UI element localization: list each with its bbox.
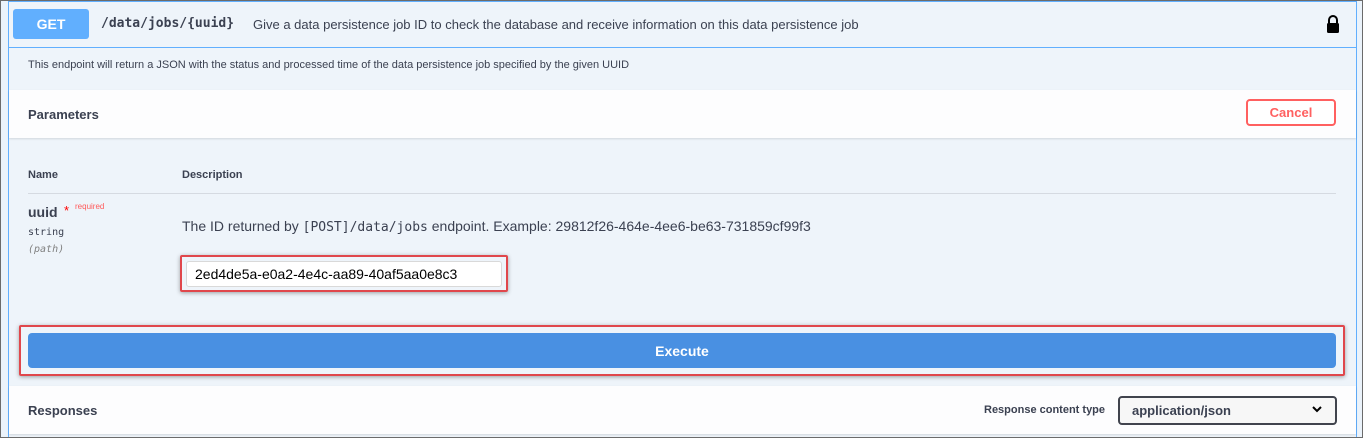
response-content-type-label: Response content type bbox=[984, 404, 1106, 416]
execute-button[interactable]: Execute bbox=[28, 333, 1336, 368]
execute-highlight: Execute bbox=[19, 325, 1345, 376]
endpoint-path: /data/jobs/{uuid} bbox=[101, 16, 235, 31]
responses-header: Responses Response content type applicat… bbox=[9, 386, 1356, 434]
param-location: (path) bbox=[28, 244, 65, 255]
screenshot-frame: GET /data/jobs/{uuid} Give a data persis… bbox=[0, 0, 1363, 438]
lock-icon[interactable] bbox=[1326, 14, 1340, 34]
parameters-title: Parameters bbox=[28, 107, 99, 122]
uuid-input[interactable] bbox=[186, 261, 502, 287]
required-label: required bbox=[75, 202, 105, 211]
param-description-suffix: endpoint. Example: 29812f26-464e-4ee6-be… bbox=[427, 218, 811, 234]
chevron-down-icon bbox=[1312, 406, 1322, 413]
endpoint-summary: Give a data persistence job ID to check … bbox=[253, 17, 859, 32]
param-description-code: [POST]/data/jobs bbox=[302, 220, 428, 235]
uuid-input-highlight bbox=[180, 255, 508, 292]
required-star: * bbox=[64, 203, 70, 218]
parameters-header: Parameters Cancel bbox=[9, 90, 1356, 138]
responses-title: Responses bbox=[28, 403, 98, 418]
param-name: uuid bbox=[28, 204, 58, 220]
param-description-prefix: The ID returned by bbox=[182, 218, 303, 234]
param-description: The ID returned by [POST]/data/jobs endp… bbox=[182, 218, 811, 235]
param-type: string bbox=[28, 227, 65, 238]
opblock-get: GET /data/jobs/{uuid} Give a data persis… bbox=[8, 1, 1357, 437]
method-badge: GET bbox=[13, 9, 89, 39]
header-divider bbox=[28, 193, 1336, 194]
opblock-summary[interactable]: GET /data/jobs/{uuid} Give a data persis… bbox=[9, 2, 1356, 48]
response-content-type-select[interactable]: application/json bbox=[1118, 396, 1337, 425]
cancel-button[interactable]: Cancel bbox=[1246, 99, 1336, 126]
response-content-type-value: application/json bbox=[1132, 403, 1231, 418]
column-header-name: Name bbox=[28, 169, 58, 181]
endpoint-description: This endpoint will return a JSON with th… bbox=[28, 59, 630, 71]
column-header-description: Description bbox=[182, 169, 243, 181]
